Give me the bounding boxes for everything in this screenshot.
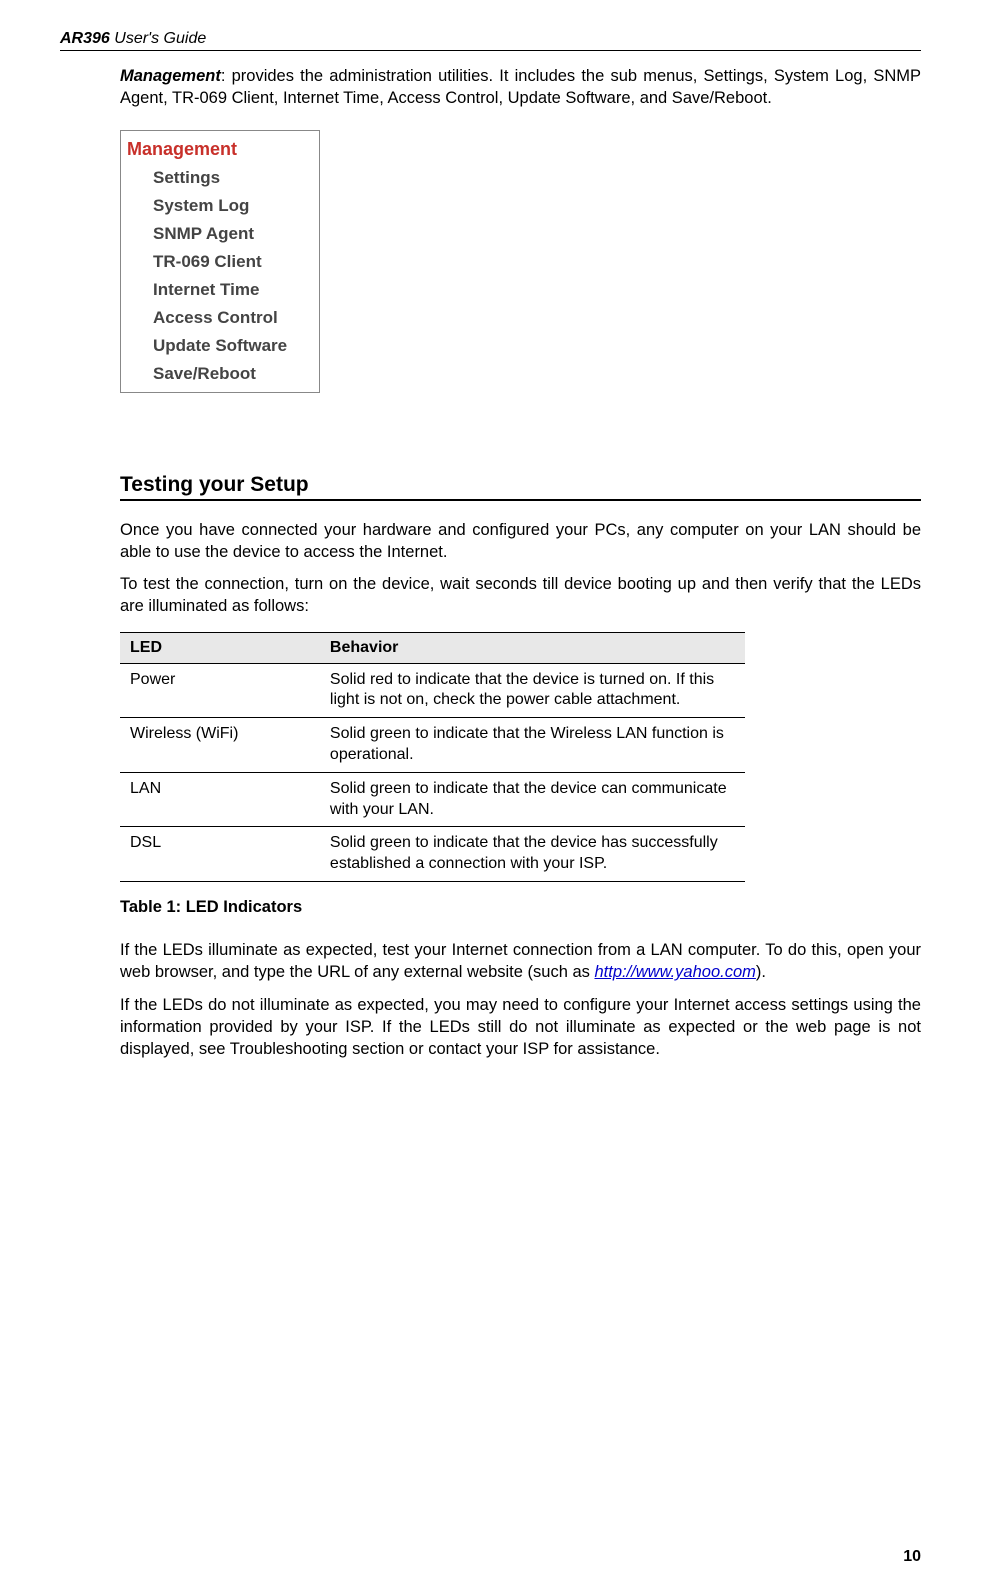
section-rule	[120, 499, 921, 501]
menu-item-update-software: Update Software	[125, 332, 289, 360]
header-subtitle: User's Guide	[114, 30, 206, 47]
intro-keyword: Management	[120, 67, 221, 85]
product-code: AR396	[60, 30, 110, 47]
menu-item-settings: Settings	[125, 164, 289, 192]
paragraph-leds-expected: If the LEDs illuminate as expected, test…	[120, 939, 921, 984]
cell-led: Power	[120, 663, 320, 718]
menu-item-tr069-client: TR-069 Client	[125, 248, 289, 276]
page-number: 10	[903, 1548, 921, 1566]
para3-post: ).	[756, 963, 766, 981]
menu-item-internet-time: Internet Time	[125, 276, 289, 304]
intro-paragraph: Management: provides the administration …	[120, 65, 921, 110]
paragraph-leds-unexpected: If the LEDs do not illuminate as expecte…	[120, 994, 921, 1061]
menu-title: Management	[125, 135, 289, 164]
table-row: Power Solid red to indicate that the dev…	[120, 663, 745, 718]
intro-text: : provides the administration utilities.…	[120, 67, 921, 107]
section-heading: Testing your Setup	[120, 473, 921, 497]
external-link[interactable]: http://www.yahoo.com	[594, 963, 755, 981]
th-led: LED	[120, 632, 320, 663]
paragraph-test-connection: To test the connection, turn on the devi…	[120, 573, 921, 618]
table-row: LAN Solid green to indicate that the dev…	[120, 772, 745, 827]
menu-item-save-reboot: Save/Reboot	[125, 360, 289, 388]
table-row: DSL Solid green to indicate that the dev…	[120, 827, 745, 882]
menu-item-snmp-agent: SNMP Agent	[125, 220, 289, 248]
table-header-row: LED Behavior	[120, 632, 745, 663]
th-behavior: Behavior	[320, 632, 745, 663]
page-content: Management: provides the administration …	[120, 65, 921, 1060]
page-header: AR396 User's Guide	[60, 30, 921, 51]
cell-led: LAN	[120, 772, 320, 827]
cell-behavior: Solid green to indicate that the device …	[320, 827, 745, 882]
table-caption: Table 1: LED Indicators	[120, 898, 921, 917]
cell-behavior: Solid green to indicate that the device …	[320, 772, 745, 827]
paragraph-connected: Once you have connected your hardware an…	[120, 519, 921, 564]
cell-behavior: Solid green to indicate that the Wireles…	[320, 718, 745, 773]
para3-pre: If the LEDs illuminate as expected, test…	[120, 941, 921, 981]
cell-led: DSL	[120, 827, 320, 882]
cell-behavior: Solid red to indicate that the device is…	[320, 663, 745, 718]
header-title: AR396 User's Guide	[60, 30, 206, 48]
menu-item-system-log: System Log	[125, 192, 289, 220]
table-row: Wireless (WiFi) Solid green to indicate …	[120, 718, 745, 773]
led-table: LED Behavior Power Solid red to indicate…	[120, 632, 745, 882]
management-menu-figure: Management Settings System Log SNMP Agen…	[120, 130, 320, 393]
cell-led: Wireless (WiFi)	[120, 718, 320, 773]
menu-item-access-control: Access Control	[125, 304, 289, 332]
